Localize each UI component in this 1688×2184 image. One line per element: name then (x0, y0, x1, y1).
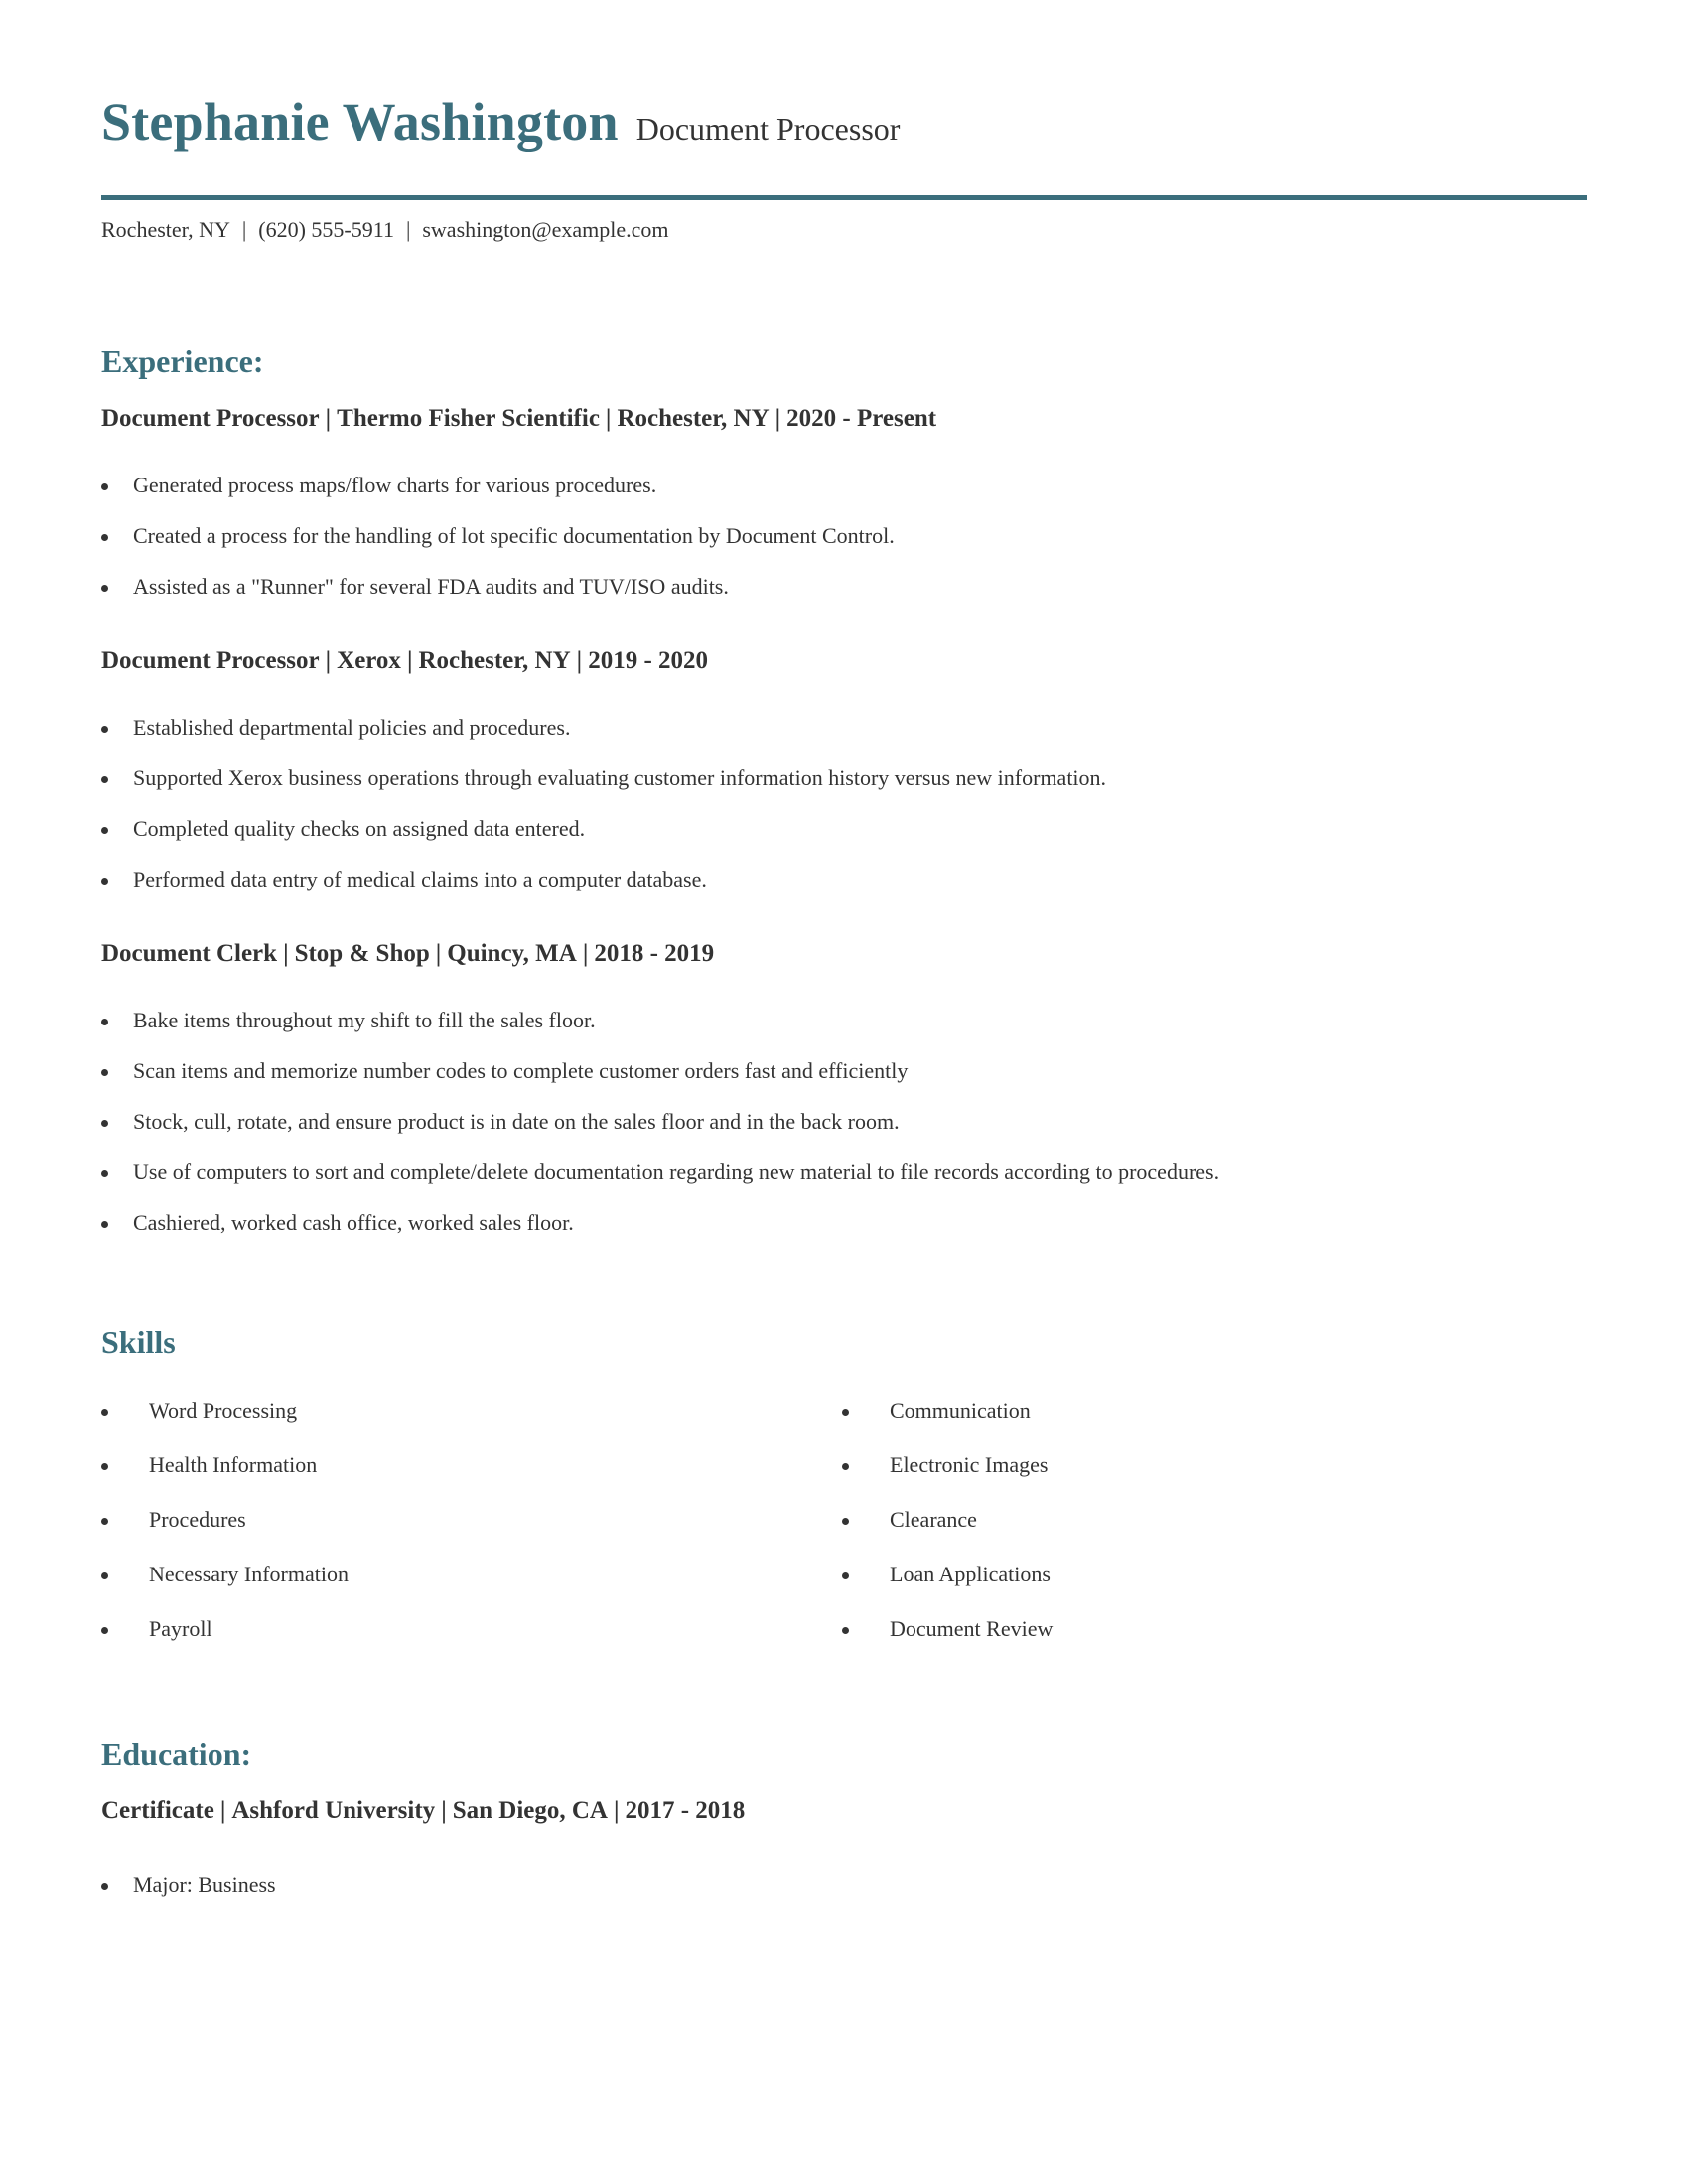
job-role: Document Clerk (101, 940, 278, 967)
job-company: Thermo Fisher Scientific (337, 405, 600, 432)
candidate-role: Document Processor (635, 111, 901, 147)
bullet-icon (842, 1518, 849, 1525)
bullet-icon (842, 1463, 849, 1470)
bullet-icon (101, 1463, 108, 1470)
job-header: Document Clerk | Stop & Shop | Quincy, MA | 20… (101, 940, 715, 967)
job-dates: 2018 - 2019 (594, 940, 715, 967)
job-company: Xerox (337, 647, 401, 674)
job-header: Document Processor | Thermo Fisher Scienti… (101, 405, 937, 432)
education-school: Ashford University (231, 1797, 436, 1824)
contact-phone: (620) 555-5911 (258, 217, 394, 242)
bullet-icon (842, 1409, 849, 1416)
candidate-name: Stephanie Washington (101, 92, 619, 152)
bullet-icon (101, 726, 108, 733)
job-location: Quincy, MA (447, 940, 577, 967)
contact-line: Rochester, NY | (620) 555-5911 | swashington… (101, 217, 669, 243)
bullet-icon (101, 1883, 108, 1890)
bullet-icon (101, 534, 108, 541)
bullet-icon (842, 1627, 849, 1634)
bullet-icon (101, 483, 108, 490)
bullet-icon (101, 776, 108, 783)
bullet-icon (101, 1518, 108, 1525)
bullet-icon (101, 1069, 108, 1076)
education-header: Certificate | Ashford University | San Diego… (101, 1797, 746, 1824)
bullet-icon (101, 827, 108, 834)
header-divider (101, 195, 1587, 200)
job-header: Document Processor | Xerox | Rochester, NY | 2… (101, 647, 709, 674)
job-dates: 2020 - Present (786, 405, 937, 432)
resume-header: Stephanie Washington Document Processor (101, 91, 900, 153)
education-heading: Education: (101, 1736, 252, 1772)
bullet-icon (101, 1170, 108, 1177)
bullet-icon (101, 585, 108, 592)
education-degree: Certificate (101, 1797, 214, 1824)
bullet-icon (101, 1120, 108, 1127)
bullet-icon (101, 1019, 108, 1025)
job-role: Document Processor (101, 405, 320, 432)
contact-location: Rochester, NY (101, 217, 230, 242)
education-location: San Diego, CA (452, 1797, 608, 1824)
education-dates: 2017 - 2018 (625, 1797, 746, 1824)
job-location: Rochester, NY (617, 405, 770, 432)
job-role: Document Processor (101, 647, 320, 674)
experience-heading: Experience: (101, 343, 264, 379)
contact-separator: | (405, 217, 411, 242)
bullet-icon (101, 1627, 108, 1634)
bullet-icon (101, 878, 108, 885)
job-company: Stop & Shop (294, 940, 430, 967)
bullet-icon (101, 1409, 108, 1416)
bullet-icon (101, 1572, 108, 1579)
skills-heading: Skills (101, 1324, 176, 1360)
contact-separator: | (241, 217, 247, 242)
job-location: Rochester, NY (418, 647, 571, 674)
contact-email[interactable]: swashington@example.com (422, 217, 668, 242)
bullet-icon (101, 1221, 108, 1228)
job-dates: 2019 - 2020 (588, 647, 709, 674)
bullet-icon (842, 1572, 849, 1579)
